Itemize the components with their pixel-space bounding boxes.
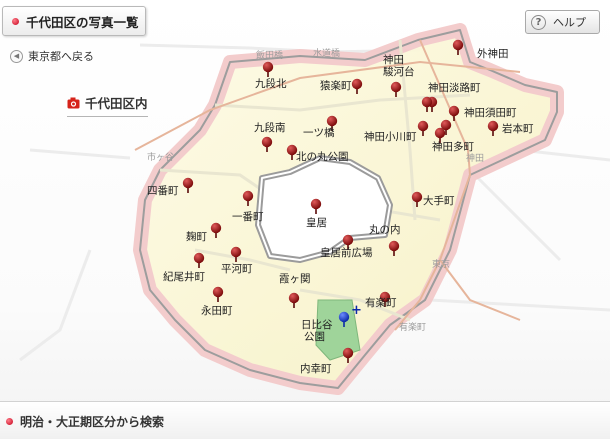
place-label[interactable]: 永田町: [201, 304, 233, 317]
district-label: 千代田区内: [67, 93, 148, 117]
place-label[interactable]: 北の丸公園: [296, 150, 349, 163]
back-to-tokyo-link[interactable]: ◀ 東京都へ戻る: [10, 48, 94, 64]
bottom-bar-label: 明治・大正期区分から検索: [20, 415, 165, 429]
station-label: 東京: [432, 258, 450, 270]
meiji-taisho-search-link[interactable]: 明治・大正期区分から検索: [6, 413, 164, 430]
place-label[interactable]: 九段北: [255, 77, 287, 90]
place-label[interactable]: 神田小川町: [364, 130, 417, 143]
station-label: 水道橋: [313, 47, 340, 59]
red-dot-icon: [12, 17, 19, 25]
help-button-label: ヘルプ: [553, 16, 586, 29]
red-dot-icon: [6, 418, 13, 425]
app-window: 飯田橋 水道橋 市ヶ谷 神田 東京 有楽町 + 外神田 神田駿河台 猿楽町 九段…: [0, 0, 610, 439]
place-label[interactable]: 四番町: [147, 185, 179, 197]
place-label[interactable]: 猿楽町: [320, 79, 352, 92]
page-title: 千代田区の写真一覧: [26, 14, 139, 30]
question-icon: ?: [531, 14, 546, 30]
station-label: 飯田橋: [256, 49, 283, 61]
station-label: 有楽町: [399, 321, 426, 333]
place-label[interactable]: 丸の内: [369, 223, 401, 236]
place-label[interactable]: 皇居: [306, 216, 327, 229]
place-label[interactable]: 岩本町: [502, 122, 534, 135]
place-label[interactable]: 平河町: [221, 263, 253, 275]
place-label[interactable]: 有楽町: [365, 296, 397, 309]
station-label: 市ヶ谷: [147, 151, 174, 163]
place-label[interactable]: 内幸町: [300, 362, 332, 375]
place-label[interactable]: 神田多町: [432, 140, 474, 153]
place-label[interactable]: 麹町: [186, 230, 207, 243]
place-label[interactable]: 一番町: [232, 211, 264, 223]
back-link-label: 東京都へ戻る: [28, 50, 94, 63]
help-button[interactable]: ? ヘルプ: [525, 10, 600, 34]
station-label: 神田: [466, 152, 484, 164]
place-label[interactable]: 外神田: [477, 47, 509, 60]
place-label[interactable]: 神田須田町: [464, 106, 517, 119]
place-label[interactable]: 九段南: [254, 121, 286, 134]
place-label[interactable]: 紀尾井町: [163, 270, 205, 283]
place-label[interactable]: 神田淡路町: [428, 81, 481, 94]
back-arrow-icon: ◀: [10, 49, 23, 63]
place-label[interactable]: 皇居前広場: [320, 246, 373, 259]
place-label[interactable]: 霞ヶ関: [279, 273, 311, 285]
district-name: 千代田区内: [85, 96, 148, 111]
selection-cross-icon: +: [351, 303, 362, 318]
bottom-bar: 明治・大正期区分から検索: [0, 401, 610, 439]
camera-icon: [67, 97, 80, 108]
district-map: 飯田橋 水道橋 市ヶ谷 神田 東京 有楽町 + 外神田 神田駿河台 猿楽町 九段…: [19, 23, 610, 395]
place-label[interactable]: 一ツ橋: [303, 126, 335, 139]
page-title-tab: 千代田区の写真一覧: [2, 6, 146, 36]
place-label[interactable]: 大手町: [423, 194, 455, 207]
